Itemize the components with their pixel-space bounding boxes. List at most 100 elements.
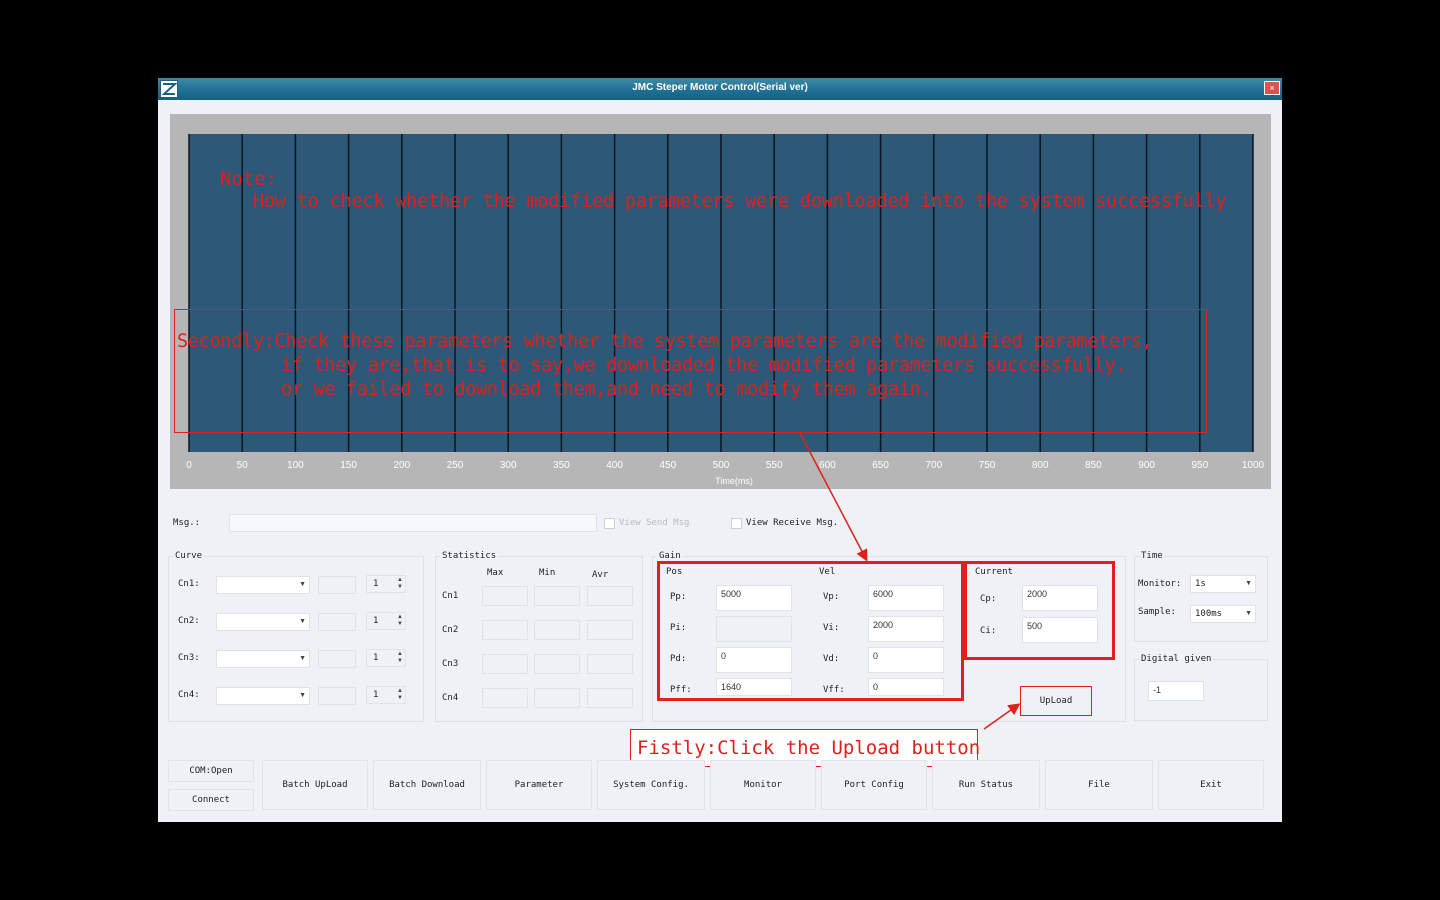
time-group: Time [1134, 551, 1268, 642]
title-bar[interactable]: JMC Steper Motor Control(Serial ver) × [158, 78, 1282, 100]
monitor-select[interactable]: 1s ▼ [1190, 575, 1256, 593]
curve-cn1-spinner[interactable]: 1 ▲ ▼ [366, 575, 406, 593]
secondly-line-3: or we failed to download them,and need t… [281, 379, 932, 400]
run-status-button[interactable]: Run Status [932, 760, 1040, 810]
x-tick-label: 300 [500, 460, 517, 471]
pd-input[interactable]: 0 [716, 647, 792, 673]
digital-given-input[interactable]: -1 [1148, 681, 1204, 701]
spinner-value: 1 [373, 579, 379, 589]
stat-header-avr: Avr [592, 570, 609, 580]
vd-input[interactable]: 0 [868, 647, 944, 673]
vff-input[interactable]: 0 [868, 678, 944, 696]
chevron-down-icon: ▼ [299, 655, 306, 662]
x-tick-label: 150 [340, 460, 357, 471]
spinner-arrows-icon[interactable]: ▲ ▼ [397, 614, 403, 628]
chevron-down-icon: ▼ [299, 581, 306, 588]
pff-input[interactable]: 1640 [716, 678, 792, 696]
exit-button[interactable]: Exit [1158, 760, 1264, 810]
ci-label: Ci: [980, 626, 997, 636]
stat-row-cn4: Cn4 [442, 693, 459, 703]
curve-cn2-label: Cn2: [178, 616, 200, 626]
x-tick-label: 550 [766, 460, 783, 471]
curve-cn2-select[interactable]: ▼ [216, 613, 310, 631]
batch-upload-button[interactable]: Batch UpLoad [262, 760, 368, 810]
x-tick-label: 950 [1191, 460, 1208, 471]
x-tick-label: 400 [606, 460, 623, 471]
chevron-down-icon: ▼ [299, 618, 306, 625]
chevron-down-icon: ▼ [299, 692, 306, 699]
view-send-label: View Send Msg [619, 518, 690, 528]
curve-cn4-label: Cn4: [178, 690, 200, 700]
curve-cn1-box [318, 576, 356, 594]
note-title: Note: [220, 168, 278, 190]
stat-cn2-avr [587, 620, 633, 640]
connect-button[interactable]: Connect [168, 789, 254, 811]
system-config-button[interactable]: System Config. [597, 760, 705, 810]
curve-cn3-label: Cn3: [178, 653, 200, 663]
chevron-down-icon: ▼ [1245, 610, 1252, 617]
view-receive-label: View Receive Msg. [746, 518, 839, 528]
view-receive-checkbox[interactable] [731, 518, 742, 529]
stat-cn3-min [534, 654, 580, 674]
x-tick-label: 900 [1138, 460, 1155, 471]
msg-input[interactable] [229, 514, 597, 532]
parameter-button[interactable]: Parameter [486, 760, 592, 810]
spinner-arrows-icon[interactable]: ▲ ▼ [397, 651, 403, 665]
curve-cn4-select[interactable]: ▼ [216, 687, 310, 705]
curve-cn1-select[interactable]: ▼ [216, 576, 310, 594]
vi-input[interactable]: 2000 [868, 616, 944, 642]
close-button[interactable]: × [1264, 81, 1280, 95]
gain-group-title: Gain [657, 551, 683, 561]
x-tick-label: 0 [186, 460, 192, 471]
sample-label: Sample: [1138, 607, 1176, 617]
pd-label: Pd: [670, 654, 687, 664]
spinner-arrows-icon[interactable]: ▲ ▼ [397, 688, 403, 702]
digital-given-title: Digital given [1139, 654, 1214, 664]
port-config-button[interactable]: Port Config [821, 760, 927, 810]
pp-label: Pp: [670, 592, 687, 602]
x-tick-label: 750 [979, 460, 996, 471]
ci-input[interactable]: 500 [1022, 617, 1098, 643]
stat-cn4-avr [587, 688, 633, 708]
stat-row-cn2: Cn2 [442, 625, 459, 635]
curve-cn3-spinner[interactable]: 1 ▲ ▼ [366, 649, 406, 667]
monitor-button[interactable]: Monitor [710, 760, 816, 810]
pp-input[interactable]: 5000 [716, 585, 792, 611]
curve-cn3-select[interactable]: ▼ [216, 650, 310, 668]
file-button[interactable]: File [1045, 760, 1153, 810]
stat-cn4-max [482, 688, 528, 708]
stat-cn1-max [482, 586, 528, 606]
stat-cn4-min [534, 688, 580, 708]
stat-row-cn1: Cn1 [442, 591, 459, 601]
cp-input[interactable]: 2000 [1022, 585, 1098, 611]
curve-cn1-label: Cn1: [178, 579, 200, 589]
sample-select[interactable]: 100ms ▼ [1190, 605, 1256, 623]
curve-cn2-spinner[interactable]: 1 ▲ ▼ [366, 612, 406, 630]
stat-cn3-max [482, 654, 528, 674]
curve-cn4-spinner[interactable]: 1 ▲ ▼ [366, 686, 406, 704]
curve-cn4-box [318, 687, 356, 705]
pff-label: Pff: [670, 685, 692, 695]
stat-cn1-avr [587, 586, 633, 606]
monitor-select-value: 1s [1195, 579, 1206, 589]
cp-label: Cp: [980, 594, 997, 604]
vel-title: Vel [819, 567, 836, 577]
x-tick-label: 50 [237, 460, 249, 471]
com-open-button[interactable]: COM:Open [168, 760, 254, 782]
batch-download-button[interactable]: Batch Download [373, 760, 481, 810]
current-title: Current [975, 567, 1013, 577]
x-tick-label: 250 [447, 460, 464, 471]
note-text: How to check whether the modified parame… [253, 191, 1227, 212]
x-tick-label: 500 [713, 460, 730, 471]
pi-label: Pi: [670, 623, 687, 633]
x-tick-label: 350 [553, 460, 570, 471]
upload-button[interactable]: UpLoad [1020, 686, 1092, 716]
x-tick-label: 600 [819, 460, 836, 471]
stat-row-cn3: Cn3 [442, 659, 459, 669]
spinner-arrows-icon[interactable]: ▲ ▼ [397, 577, 403, 591]
secondly-line-2: if they are,that is to say,we downloaded… [281, 355, 1127, 376]
x-tick-label: 200 [393, 460, 410, 471]
view-send-checkbox[interactable] [604, 518, 615, 529]
spinner-value: 1 [373, 690, 379, 700]
vp-input[interactable]: 6000 [868, 585, 944, 611]
